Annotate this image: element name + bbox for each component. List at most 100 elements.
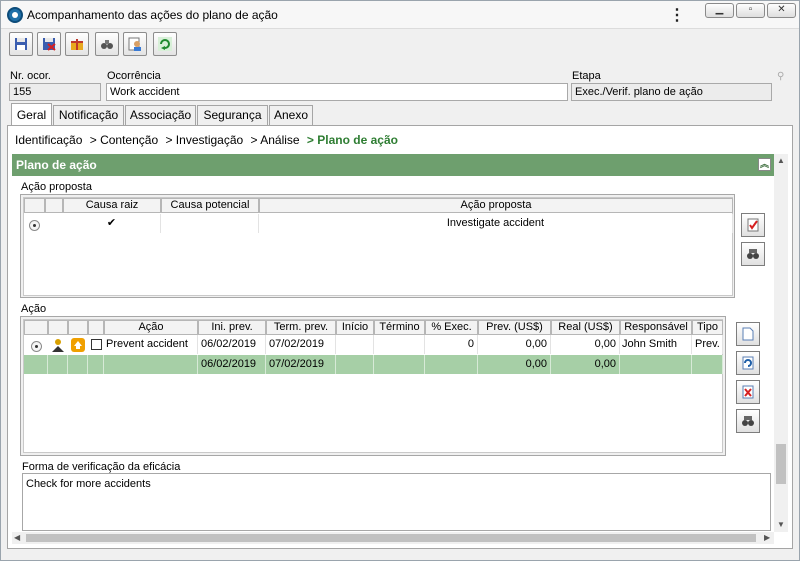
cell-exec: 0	[425, 335, 478, 354]
cell-causa-potencial	[161, 214, 259, 233]
close-button[interactable]: ✕	[767, 3, 796, 18]
cell-prev: 0,00	[478, 355, 551, 374]
status-up-icon	[71, 338, 85, 352]
cell-termino	[374, 355, 425, 374]
cell-acao-proposta: Investigate accident	[259, 214, 733, 233]
vertical-scrollbar[interactable]: ▲ ▼	[774, 154, 788, 532]
actions-col-prev[interactable]: Prev. (US$)	[478, 320, 551, 335]
cell-termino	[374, 335, 425, 354]
actions-col-tipo[interactable]: Tipo	[692, 320, 723, 335]
cell-empty	[24, 355, 48, 374]
breadcrumb-plano-de-acao[interactable]: > Plano de ação	[307, 133, 398, 147]
scroll-up-icon[interactable]: ▲	[777, 156, 785, 165]
user-action-icon	[52, 339, 64, 352]
row-radio[interactable]	[29, 220, 40, 231]
verificacao-textarea[interactable]: Check for more accidents	[22, 473, 771, 531]
panel-title: Plano de ação	[16, 158, 97, 172]
new-document-icon	[742, 327, 754, 341]
cell-real: 0,00	[551, 355, 620, 374]
breadcrumb-contencao[interactable]: > Contenção	[90, 133, 158, 147]
actions-col-acao[interactable]: Ação	[104, 320, 198, 335]
binoculars-icon	[742, 416, 754, 426]
cell-empty	[88, 355, 104, 374]
window-title: Acompanhamento das ações do plano de açã…	[27, 8, 278, 22]
horizontal-scrollbar[interactable]: ◀ ▶	[12, 532, 774, 544]
refresh-document-icon	[742, 356, 754, 370]
proposed-col-causa-potencial[interactable]: Causa potencial	[161, 198, 259, 213]
proposed-col-acao-proposta[interactable]: Ação proposta	[259, 198, 733, 213]
row-radio[interactable]	[31, 341, 42, 352]
actions-col-inicio[interactable]: Início	[336, 320, 374, 335]
search-user-button[interactable]	[95, 32, 119, 56]
actions-col-1	[48, 320, 68, 335]
proposed-col-0	[24, 198, 45, 213]
ocorrencia-label: Ocorrência	[107, 70, 161, 82]
tab-seguranca[interactable]: Segurança	[197, 105, 268, 126]
refresh-icon	[158, 37, 172, 51]
panel-header: Plano de ação ︽	[12, 154, 774, 176]
binoculars-icon	[747, 249, 759, 259]
tab-content: Identificação > Contenção > Investigação…	[7, 125, 793, 549]
actions-grid-box: Ação Ini. prev. Term. prev. Início Térmi…	[20, 316, 726, 456]
maximize-button[interactable]: ▫	[736, 3, 765, 18]
delete-action-button[interactable]	[736, 380, 760, 404]
scroll-thumb[interactable]	[776, 444, 786, 484]
stage-search-icon[interactable]: ⚲	[777, 71, 793, 89]
new-action-button[interactable]	[736, 322, 760, 346]
save-close-icon	[43, 38, 56, 51]
cell-ini-prev: 06/02/2019	[198, 335, 266, 354]
save-icon	[15, 38, 27, 50]
cell-term-prev: 07/02/2019	[266, 355, 336, 374]
tab-geral[interactable]: Geral	[11, 103, 52, 126]
actions-col-termino[interactable]: Término	[374, 320, 425, 335]
breadcrumb: Identificação > Contenção > Investigação…	[15, 133, 402, 147]
breadcrumb-identificacao[interactable]: Identificação	[15, 133, 82, 147]
scroll-down-icon[interactable]: ▼	[777, 520, 785, 529]
cell-acao: Prevent accident	[104, 335, 198, 354]
actions-col-term-prev[interactable]: Term. prev.	[266, 320, 336, 335]
save-close-button[interactable]	[37, 32, 61, 56]
refresh-button[interactable]	[153, 32, 177, 56]
edit-proposed-button[interactable]	[741, 213, 765, 237]
update-action-button[interactable]	[736, 351, 760, 375]
scroll-right-icon[interactable]: ▶	[764, 533, 770, 542]
actions-col-real[interactable]: Real (US$)	[551, 320, 620, 335]
search-proposed-button[interactable]	[741, 242, 765, 266]
ocorrencia-field[interactable]: Work accident	[106, 83, 568, 101]
scroll-left-icon[interactable]: ◀	[14, 533, 20, 542]
acao-proposta-label: Ação proposta	[21, 181, 92, 193]
actions-col-ini-prev[interactable]: Ini. prev.	[198, 320, 266, 335]
cell-inicio	[336, 355, 374, 374]
etapa-label: Etapa	[572, 70, 601, 82]
proposed-col-1	[45, 198, 63, 213]
save-button[interactable]	[9, 32, 33, 56]
kebab-menu-icon[interactable]: ⋮	[669, 5, 685, 25]
tab-anexo[interactable]: Anexo	[269, 105, 313, 126]
nr-ocor-label: Nr. ocor.	[10, 70, 51, 82]
actions-col-3	[88, 320, 104, 335]
cell-acao	[104, 355, 198, 374]
proposed-col-causa-raiz[interactable]: Causa raiz	[63, 198, 161, 213]
scroll-thumb[interactable]	[26, 534, 756, 542]
user-document-button[interactable]	[123, 32, 147, 56]
cell-empty	[68, 355, 88, 374]
gift-icon	[71, 39, 83, 50]
tab-notificacao[interactable]: Notificação	[53, 105, 124, 126]
breadcrumb-investigacao[interactable]: > Investigação	[165, 133, 243, 147]
row-checkbox[interactable]	[91, 339, 102, 350]
proposed-grid: Causa raiz Causa potencial Ação proposta…	[23, 197, 733, 296]
search-action-button[interactable]	[736, 409, 760, 433]
tab-associacao[interactable]: Associação	[125, 105, 196, 126]
actions-col-responsavel[interactable]: Responsável	[620, 320, 692, 335]
actions-col-exec[interactable]: % Exec.	[425, 320, 478, 335]
breadcrumb-analise[interactable]: > Análise	[251, 133, 300, 147]
gift-button[interactable]	[65, 32, 89, 56]
minimize-button[interactable]: ▁	[705, 3, 734, 18]
etapa-field: Exec./Verif. plano de ação	[571, 83, 772, 101]
cell-ini-prev: 06/02/2019	[198, 355, 266, 374]
double-chevron-up-icon[interactable]: ︽	[758, 158, 771, 171]
user-document-icon	[128, 37, 141, 51]
cell-causa-raiz: ✔	[63, 214, 161, 233]
cell-responsavel: John Smith	[620, 335, 692, 354]
delete-document-icon	[742, 385, 754, 399]
